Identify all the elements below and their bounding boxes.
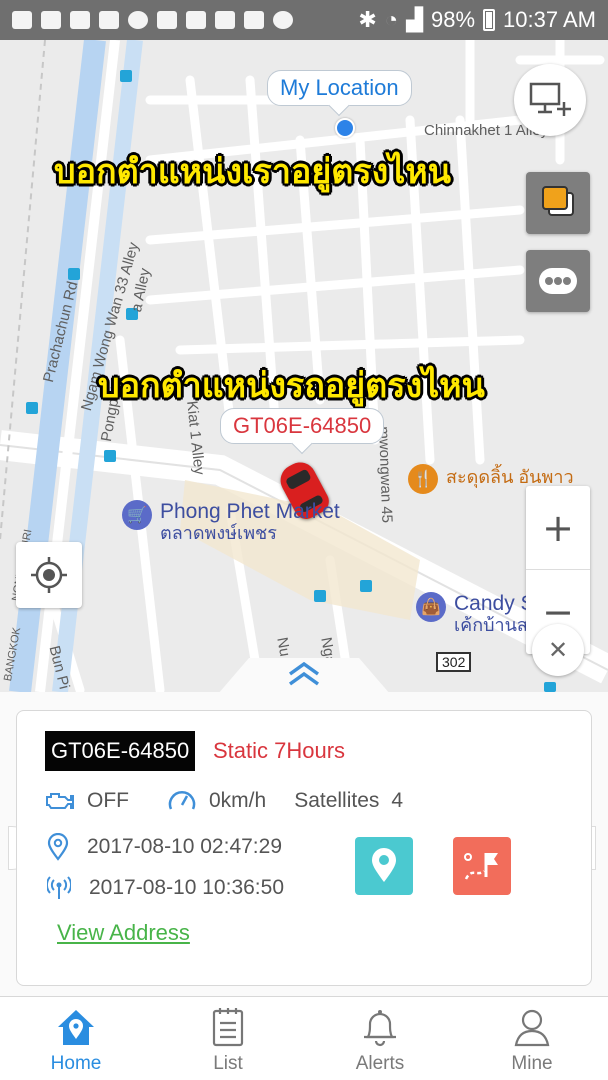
vehicle-status: Static 7Hours <box>213 738 346 763</box>
at-icon <box>186 11 206 29</box>
clock: 10:37 AM <box>503 7 596 32</box>
bluetooth-icon: ✱ <box>358 7 377 32</box>
location-icon <box>273 11 293 29</box>
map-layers-button[interactable] <box>526 172 590 234</box>
engine-speed-row: OFF 0km/h Satellites 4 <box>43 787 403 815</box>
home-icon <box>58 1010 94 1045</box>
poi-name: สะดุดลิ้น อันพาว <box>446 467 574 487</box>
tab-label: Alerts <box>355 1053 405 1074</box>
zoom-in-button[interactable]: + <box>526 486 590 570</box>
my-location-callout[interactable]: My Location <box>267 70 412 106</box>
notification-icons <box>12 11 293 29</box>
more-options-button[interactable] <box>526 250 590 312</box>
locate-me-button[interactable] <box>16 542 82 608</box>
send-icon <box>70 11 90 29</box>
user-icon <box>514 1009 550 1047</box>
facebook-icon <box>99 11 119 29</box>
engine-icon <box>46 793 74 809</box>
wifi-icon: ◔ <box>384 7 399 32</box>
layers-icon <box>542 186 574 216</box>
shopping-bag-icon: 👜 <box>416 592 446 622</box>
speedometer-icon <box>168 791 196 810</box>
tab-list[interactable]: List <box>152 997 304 1080</box>
chat-icon <box>12 11 32 29</box>
poi-name: Phong Phet Market <box>160 500 340 523</box>
track-history-button[interactable] <box>453 837 511 895</box>
battery-icon <box>483 9 496 31</box>
signal-timestamp: 2017-08-10 10:36:50 <box>89 876 284 899</box>
fullscreen-button[interactable] <box>514 64 586 136</box>
vehicle-info-card: GT06E-64850 Static 7Hours OFF 0km/h Sate… <box>16 710 592 986</box>
image-icon <box>157 11 177 29</box>
navigate-button[interactable] <box>355 837 413 895</box>
engine-status: OFF <box>87 789 129 812</box>
map-pin-icon <box>47 833 69 861</box>
more-dots-icon <box>539 268 577 294</box>
battery-level: 98% <box>431 7 476 32</box>
route-flag-icon <box>464 853 498 880</box>
crosshair-icon <box>31 557 67 593</box>
mail-icon <box>215 11 235 29</box>
tab-home[interactable]: Home <box>0 997 152 1080</box>
route-shield: 302 <box>436 652 472 672</box>
poi-market[interactable]: 🛒 Phong Phet Market ตลาดพงษ์เพชร <box>122 500 340 545</box>
satellites-label: Satellites <box>294 789 380 812</box>
view-address-link[interactable]: View Address <box>57 920 190 946</box>
bottom-navigation: Home List Alerts Mine <box>0 996 608 1080</box>
vehicle-callout[interactable]: GT06E-64850 <box>220 408 385 444</box>
tab-label: List <box>213 1053 243 1074</box>
tab-label: Mine <box>511 1053 553 1074</box>
map-view[interactable]: Chinnakhet 1 Alley Prachachun Rd Ngam Wo… <box>0 40 608 692</box>
bell-icon <box>364 1010 396 1047</box>
road-label: Nu <box>273 636 294 658</box>
status-bar: ✱ ◔ ▟ 98% 10:37 AM <box>0 0 608 40</box>
annotation-car-location: บอกตำแหน่งรถอยู่ตรงไหน <box>98 366 485 406</box>
signal-time-row: 2017-08-10 10:36:50 <box>47 875 284 901</box>
tab-alerts[interactable]: Alerts <box>304 997 456 1080</box>
youtube-icon <box>244 11 264 29</box>
monitor-plus-icon <box>529 82 571 116</box>
tab-label: Home <box>50 1053 102 1074</box>
line-icon <box>128 11 148 29</box>
send-icon <box>41 11 61 29</box>
poi-thai-name: ตลาดพงษ์เพชร <box>160 523 277 544</box>
satellites-count: 4 <box>391 789 404 812</box>
list-icon <box>212 1008 244 1047</box>
shopping-cart-icon: 🛒 <box>122 500 152 530</box>
signal-icon: ▟ <box>406 7 423 32</box>
vehicle-plate: GT06E-64850 <box>45 731 196 771</box>
signal-tower-icon <box>47 876 71 899</box>
annotation-my-location: บอกตำแหน่งเราอยู่ตรงไหน <box>54 152 451 192</box>
location-pin-icon <box>372 848 396 882</box>
chevron-up-icon <box>288 662 320 686</box>
system-status: ✱ ◔ ▟ 98% 10:37 AM <box>358 7 596 33</box>
tab-mine[interactable]: Mine <box>456 997 608 1080</box>
gps-timestamp: 2017-08-10 02:47:29 <box>87 835 282 858</box>
close-button[interactable]: ✕ <box>532 624 584 676</box>
restaurant-icon: 🍴 <box>408 464 438 494</box>
speed-value: 0km/h <box>209 789 267 812</box>
gps-time-row: 2017-08-10 02:47:29 <box>47 833 282 861</box>
my-location-dot <box>335 118 355 138</box>
